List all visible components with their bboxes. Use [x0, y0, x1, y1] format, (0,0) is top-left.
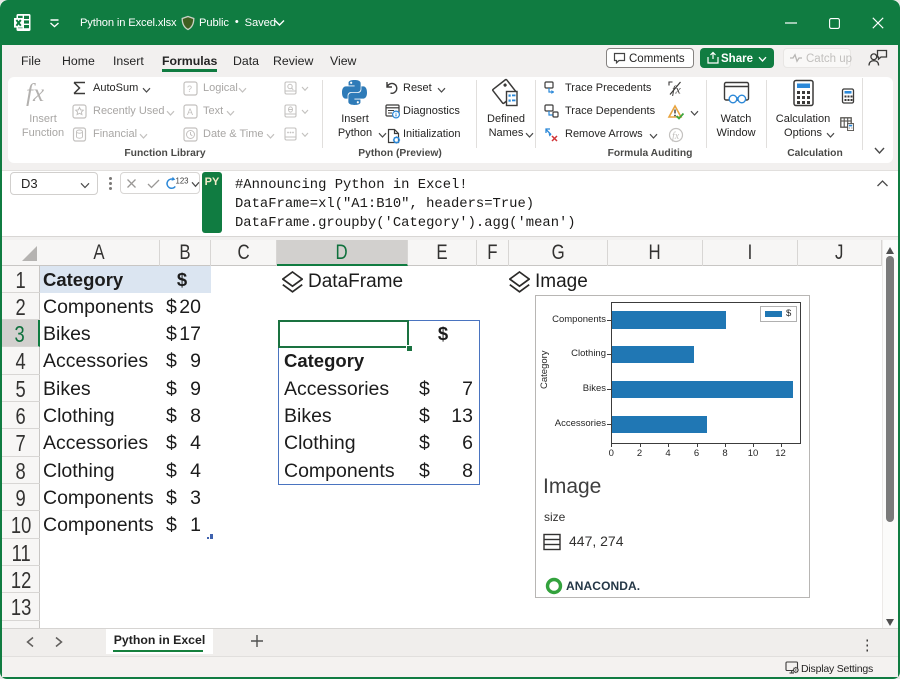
svg-text:fx: fx [26, 80, 44, 106]
svg-text:A: A [187, 107, 193, 117]
svg-text:123: 123 [176, 177, 189, 186]
svg-text:fx: fx [672, 83, 681, 97]
svg-text:fx: fx [672, 131, 680, 142]
svg-text:?: ? [187, 84, 192, 94]
